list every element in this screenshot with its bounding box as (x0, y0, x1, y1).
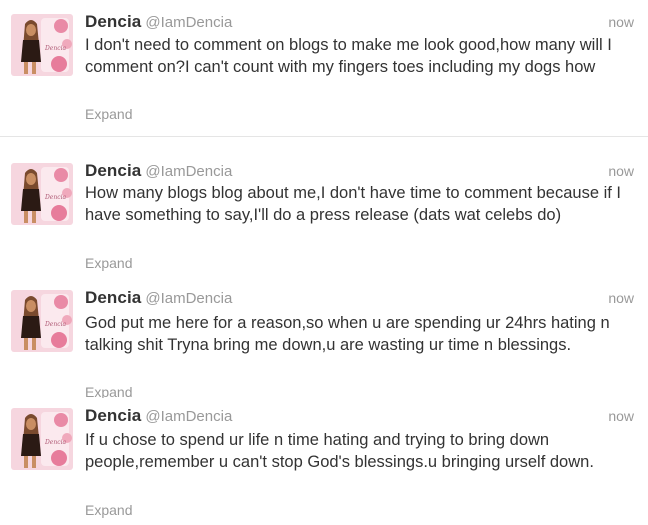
author-name[interactable]: Dencia (85, 161, 141, 180)
author-name[interactable]: Dencia (85, 406, 141, 425)
author-handle[interactable]: @IamDencia (145, 408, 232, 425)
tweet[interactable]: Dencia Dencia @IamDencia now If u chose t… (0, 398, 648, 525)
svg-text:Dencia: Dencia (44, 45, 67, 52)
timestamp[interactable]: now (608, 290, 634, 306)
avatar[interactable]: Dencia (11, 163, 73, 225)
tweet-text: If u chose to spend ur life n time hatin… (85, 431, 594, 471)
author-handle[interactable]: @IamDencia (145, 14, 232, 31)
timestamp[interactable]: now (608, 408, 634, 424)
timestamp[interactable]: now (608, 163, 634, 179)
tweet[interactable]: Dencia Dencia @IamDencia now How many blo… (0, 137, 648, 282)
svg-text:Dencia: Dencia (44, 321, 67, 328)
author-name[interactable]: Dencia (85, 12, 141, 31)
tweet-text: I don't need to comment on blogs to make… (85, 36, 612, 76)
expand-link[interactable]: Expand (85, 502, 132, 518)
expand-link[interactable]: Expand (85, 384, 132, 398)
expand-link[interactable]: Expand (85, 255, 132, 271)
author-name[interactable]: Dencia (85, 288, 141, 307)
tweet-text: How many blogs blog about me,I don't hav… (85, 184, 622, 224)
avatar[interactable]: Dencia (11, 14, 73, 76)
timestamp[interactable]: now (608, 14, 634, 30)
tweet[interactable]: Dencia Dencia @IamDencia now I don't need… (0, 0, 648, 135)
expand-link[interactable]: Expand (85, 106, 132, 122)
avatar[interactable]: Dencia (11, 290, 73, 352)
svg-text:Dencia: Dencia (44, 194, 67, 201)
avatar[interactable]: Dencia (11, 408, 73, 470)
svg-text:Dencia: Dencia (44, 439, 67, 446)
tweet[interactable]: Dencia Dencia @IamDencia now God put me h… (0, 282, 648, 398)
tweet-text: God put me here for a reason,so when u a… (85, 314, 610, 354)
author-handle[interactable]: @IamDencia (145, 290, 232, 307)
author-handle[interactable]: @IamDencia (145, 163, 232, 180)
